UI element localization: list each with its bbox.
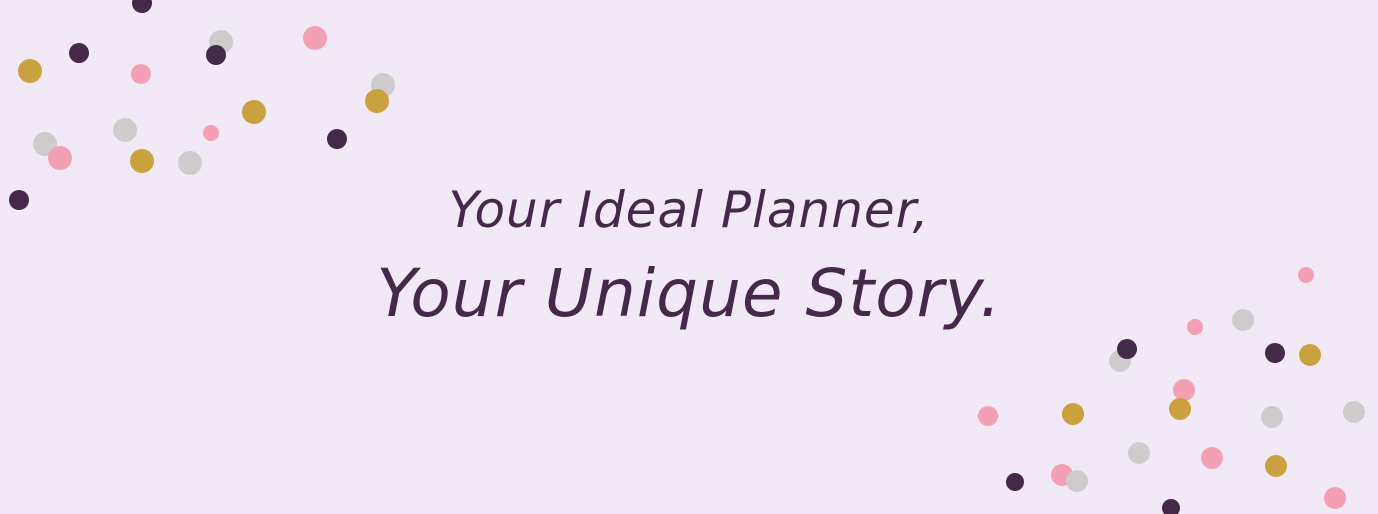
confetti-dot-icon	[327, 129, 347, 149]
confetti-dot-icon	[242, 100, 266, 124]
confetti-dot-icon	[178, 151, 202, 175]
confetti-dot-icon	[1066, 470, 1088, 492]
confetti-dot-icon	[303, 26, 327, 50]
confetti-dot-icon	[1265, 455, 1287, 477]
confetti-dot-icon	[1128, 442, 1150, 464]
confetti-dot-icon	[1117, 339, 1137, 359]
confetti-dot-icon	[1062, 403, 1084, 425]
confetti-dot-icon	[113, 118, 137, 142]
planner-banner: Your Ideal Planner, Your Unique Story.	[0, 0, 1378, 514]
confetti-dot-icon	[1173, 379, 1195, 401]
confetti-dot-icon	[69, 43, 89, 63]
confetti-dot-icon	[18, 59, 42, 83]
confetti-dot-icon	[1343, 401, 1365, 423]
confetti-dot-icon	[1265, 343, 1285, 363]
confetti-dot-icon	[365, 89, 389, 113]
confetti-dot-icon	[1261, 406, 1283, 428]
confetti-dot-icon	[206, 45, 226, 65]
confetti-dot-icon	[130, 149, 154, 173]
confetti-dot-icon	[131, 64, 151, 84]
confetti-dot-icon	[48, 146, 72, 170]
confetti-dot-icon	[1201, 447, 1223, 469]
confetti-dot-icon	[1162, 499, 1180, 514]
confetti-dot-icon	[978, 406, 998, 426]
headline-line-1: Your Ideal Planner,	[448, 181, 930, 239]
confetti-dot-icon	[1006, 473, 1024, 491]
headline-line-2: Your Unique Story.	[376, 255, 1002, 332]
confetti-dot-icon	[132, 0, 152, 13]
confetti-dot-icon	[203, 125, 219, 141]
confetti-dot-icon	[1299, 344, 1321, 366]
confetti-dot-icon	[1169, 398, 1191, 420]
confetti-dot-icon	[1324, 487, 1346, 509]
